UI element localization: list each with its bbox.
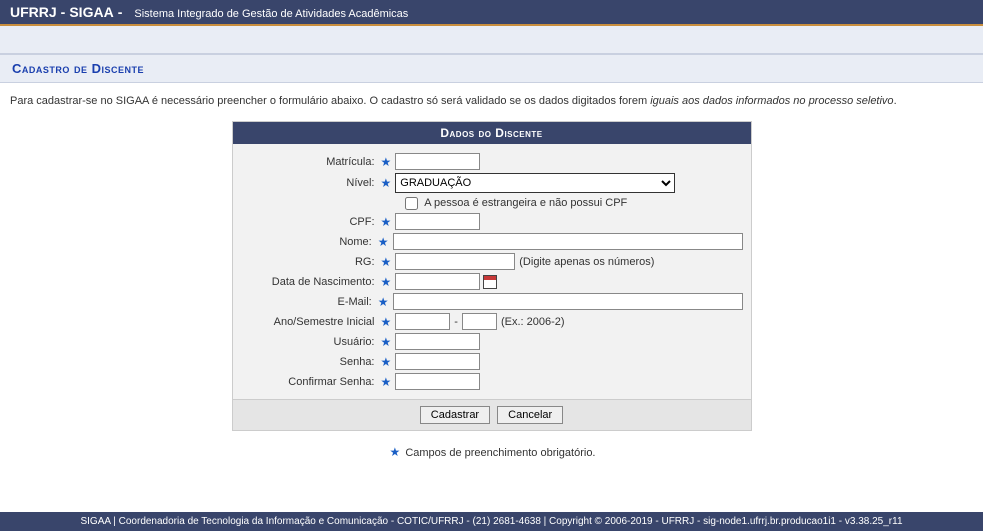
- required-star-icon: ★: [378, 235, 389, 249]
- semestre-input[interactable]: [462, 313, 497, 330]
- cpf-input[interactable]: [395, 213, 480, 230]
- app-header: UFRRJ - SIGAA - Sistema Integrado de Ges…: [0, 0, 983, 26]
- intro-plain: Para cadastrar-se no SIGAA é necessário …: [10, 95, 650, 107]
- system-acronym-b: SIGAA: [69, 4, 113, 20]
- app-footer: SIGAA | Coordenadoria de Tecnologia da I…: [0, 512, 983, 531]
- matricula-input[interactable]: [395, 153, 480, 170]
- required-star-icon: ★: [381, 355, 392, 369]
- form-container: Dados do Discente Matrícula: ★ Nível: ★ …: [232, 121, 752, 431]
- system-acronym-a: UFRRJ: [10, 4, 57, 20]
- required-star-icon: ★: [381, 275, 392, 289]
- data-nascimento-input[interactable]: [395, 273, 480, 290]
- calendar-icon[interactable]: [483, 275, 497, 289]
- cancelar-button[interactable]: Cancelar: [497, 406, 563, 424]
- ano-input[interactable]: [395, 313, 450, 330]
- row-email: E-Mail: ★: [241, 293, 743, 310]
- required-legend: ★ Campos de preenchimento obrigatório.: [10, 445, 973, 459]
- row-usuario: Usuário: ★: [241, 333, 743, 350]
- legend-text: Campos de preenchimento obrigatório.: [405, 447, 595, 459]
- estrangeira-checkbox[interactable]: [405, 197, 418, 210]
- nome-input[interactable]: [393, 233, 743, 250]
- rg-input[interactable]: [395, 253, 515, 270]
- content-area: Para cadastrar-se no SIGAA é necessário …: [0, 83, 983, 479]
- usuario-input[interactable]: [395, 333, 480, 350]
- system-full-name: Sistema Integrado de Gestão de Atividade…: [134, 8, 408, 20]
- intro-emphasis: iguais aos dados informados no processo …: [650, 95, 893, 107]
- label-senha: Senha:: [241, 356, 379, 368]
- cadastrar-button[interactable]: Cadastrar: [420, 406, 490, 424]
- label-data-nascimento: Data de Nascimento:: [241, 276, 379, 288]
- required-star-icon: ★: [381, 335, 392, 349]
- label-confirmar-senha: Confirmar Senha:: [241, 376, 379, 388]
- dash: -: [61, 4, 66, 20]
- row-nivel: Nível: ★ GRADUAÇÃO: [241, 173, 743, 193]
- senha-input[interactable]: [395, 353, 480, 370]
- intro-period: .: [894, 95, 897, 107]
- label-cpf: CPF:: [241, 216, 379, 228]
- row-rg: RG: ★ (Digite apenas os números): [241, 253, 743, 270]
- label-ano-semestre: Ano/Semestre Inicial: [241, 316, 379, 328]
- form-title: Dados do Discente: [233, 122, 751, 144]
- row-nome: Nome: ★: [241, 233, 743, 250]
- confirmar-senha-input[interactable]: [395, 373, 480, 390]
- label-matricula: Matrícula:: [241, 156, 379, 168]
- page-title: Cadastro de Discente: [12, 61, 144, 76]
- required-star-icon: ★: [390, 445, 401, 459]
- row-senha: Senha: ★: [241, 353, 743, 370]
- required-star-icon: ★: [381, 375, 392, 389]
- rg-hint: (Digite apenas os números): [519, 256, 654, 268]
- ano-sem-hint: (Ex.: 2006-2): [501, 316, 565, 328]
- label-nivel: Nível:: [241, 177, 379, 189]
- row-cpf: CPF: ★: [241, 213, 743, 230]
- section-title-bar: Cadastro de Discente: [0, 54, 983, 83]
- ano-sem-separator: -: [454, 316, 458, 328]
- form-footer: Cadastrar Cancelar: [233, 399, 751, 430]
- label-email: E-Mail:: [241, 296, 376, 308]
- form-body: Matrícula: ★ Nível: ★ GRADUAÇÃO ★: [233, 144, 751, 399]
- row-data-nascimento: Data de Nascimento: ★: [241, 273, 743, 290]
- required-star-icon: ★: [381, 315, 392, 329]
- nivel-select[interactable]: GRADUAÇÃO: [395, 173, 675, 193]
- dash: -: [118, 4, 123, 20]
- label-rg: RG:: [241, 256, 379, 268]
- required-star-icon: ★: [381, 255, 392, 269]
- required-star-icon: ★: [381, 155, 392, 169]
- estrangeira-label: A pessoa é estrangeira e não possui CPF: [424, 197, 627, 209]
- required-star-icon: ★: [381, 215, 392, 229]
- email-input[interactable]: [393, 293, 743, 310]
- required-star-icon: ★: [381, 176, 392, 190]
- row-ano-semestre: Ano/Semestre Inicial ★ - (Ex.: 2006-2): [241, 313, 743, 330]
- row-confirmar-senha: Confirmar Senha: ★: [241, 373, 743, 390]
- sub-header-bar: [0, 26, 983, 54]
- row-estrangeira: ★ A pessoa é estrangeira e não possui CP…: [241, 196, 743, 210]
- label-usuario: Usuário:: [241, 336, 379, 348]
- intro-text: Para cadastrar-se no SIGAA é necessário …: [10, 95, 973, 107]
- label-nome: Nome:: [241, 236, 376, 248]
- required-star-icon: ★: [378, 295, 389, 309]
- row-matricula: Matrícula: ★: [241, 153, 743, 170]
